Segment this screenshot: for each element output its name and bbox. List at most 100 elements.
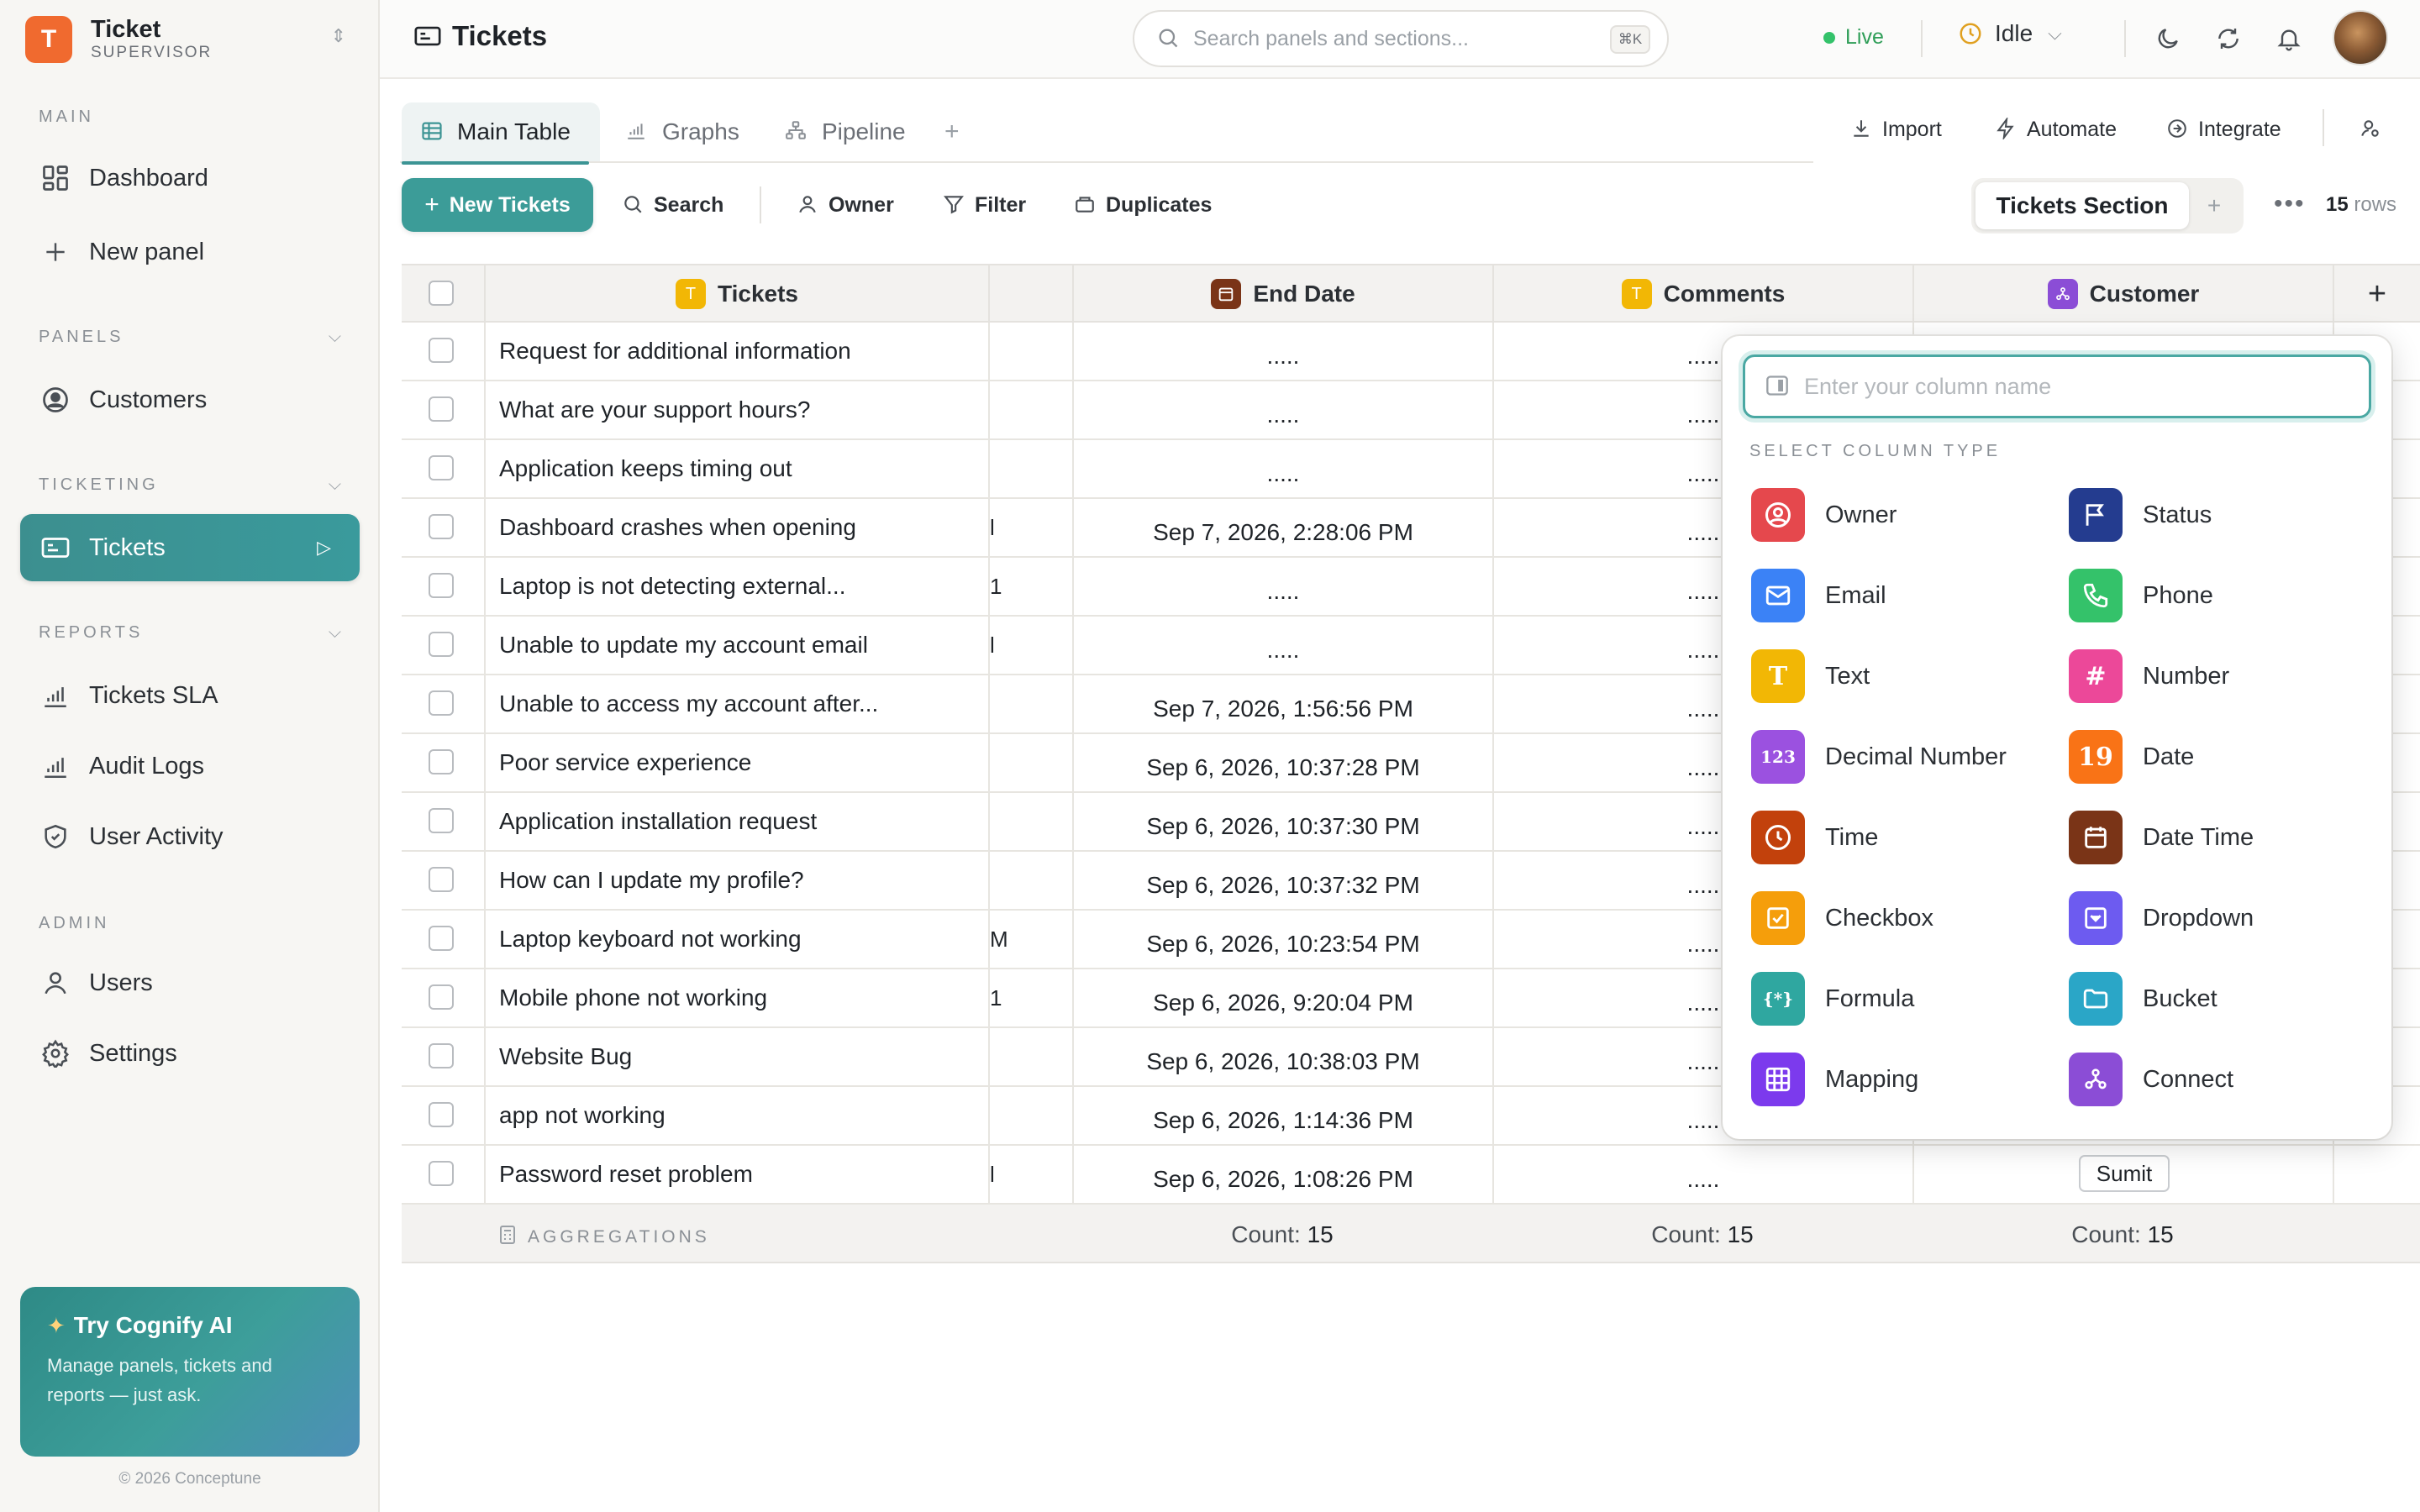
end-date-cell[interactable]: Sep 6, 2026, 10:37:32 PM bbox=[1072, 852, 1492, 909]
row-checkbox[interactable] bbox=[429, 1102, 454, 1127]
integrate-button[interactable]: Integrate bbox=[2166, 113, 2281, 146]
import-button[interactable]: Import bbox=[1850, 113, 1942, 146]
column-type-text[interactable]: T Text bbox=[1751, 648, 2054, 704]
column-type-mapping[interactable]: Mapping bbox=[1751, 1052, 2054, 1107]
end-date-cell[interactable]: ..... bbox=[1072, 323, 1492, 380]
ticket-cell[interactable]: Unable to update my account email bbox=[484, 617, 988, 674]
column-type-bucket[interactable]: Bucket bbox=[2069, 971, 2371, 1026]
select-all-checkbox[interactable] bbox=[429, 281, 454, 306]
tab-pipeline[interactable]: Pipeline bbox=[785, 101, 906, 163]
column-type-date[interactable]: 19 Date bbox=[2069, 729, 2371, 785]
sidebar-item-settings[interactable]: Settings bbox=[20, 1020, 360, 1087]
workspace-switcher[interactable]: T Ticket SUPERVISOR ⇕ bbox=[25, 13, 355, 66]
chevron-down-icon[interactable]: ⌵ bbox=[329, 623, 341, 643]
section-label-panels[interactable]: PANELS ⌵ bbox=[39, 328, 341, 347]
owner-filter-button[interactable]: Owner bbox=[797, 188, 894, 222]
section-switcher[interactable]: Tickets Section + bbox=[1971, 178, 2244, 234]
sidebar-item-audit-logs[interactable]: Audit Logs bbox=[20, 732, 360, 800]
ticket-cell[interactable]: How can I update my profile? bbox=[484, 852, 988, 909]
end-date-cell[interactable]: Sep 6, 2026, 1:14:36 PM bbox=[1072, 1087, 1492, 1144]
ticket-cell[interactable]: Website Bug bbox=[484, 1028, 988, 1085]
moon-icon[interactable] bbox=[2151, 22, 2185, 55]
end-date-cell[interactable]: Sep 6, 2026, 9:20:04 PM bbox=[1072, 969, 1492, 1026]
user-settings-button[interactable] bbox=[2360, 113, 2391, 146]
add-column-button[interactable]: + bbox=[2333, 265, 2420, 323]
sidebar-item-tickets-sla[interactable]: Tickets SLA bbox=[20, 662, 360, 729]
column-header-tickets[interactable]: T Tickets bbox=[484, 265, 988, 323]
ticket-cell[interactable]: app not working bbox=[484, 1087, 988, 1144]
end-date-cell[interactable]: ..... bbox=[1072, 440, 1492, 497]
column-header-end-date[interactable]: End Date bbox=[1072, 265, 1492, 323]
sidebar-item-users[interactable]: Users bbox=[20, 949, 360, 1016]
column-header-customer[interactable]: Customer bbox=[1912, 265, 2333, 323]
ticket-cell[interactable]: Laptop is not detecting external... bbox=[484, 558, 988, 615]
bell-icon[interactable] bbox=[2272, 22, 2306, 55]
end-date-cell[interactable]: ..... bbox=[1072, 381, 1492, 438]
ai-promo-card[interactable]: ✦ Try Cognify AI Manage panels, tickets a… bbox=[20, 1287, 360, 1457]
section-label-reports[interactable]: REPORTS ⌵ bbox=[39, 623, 341, 643]
sidebar-item-customers[interactable]: Customers bbox=[20, 366, 360, 433]
add-section-button[interactable]: + bbox=[2189, 192, 2239, 219]
row-checkbox[interactable] bbox=[429, 808, 454, 833]
column-type-time[interactable]: Time bbox=[1751, 810, 2054, 865]
filter-button[interactable]: Filter bbox=[943, 188, 1026, 222]
chevron-down-icon[interactable]: ⌵ bbox=[329, 328, 341, 347]
end-date-cell[interactable]: Sep 6, 2026, 10:37:30 PM bbox=[1072, 793, 1492, 850]
column-name-field[interactable] bbox=[1743, 354, 2371, 418]
ticket-cell[interactable]: Laptop keyboard not working bbox=[484, 911, 988, 968]
ticket-cell[interactable]: Application keeps timing out bbox=[484, 440, 988, 497]
column-header-comments[interactable]: T Comments bbox=[1492, 265, 1912, 323]
end-date-cell[interactable]: Sep 6, 2026, 10:38:03 PM bbox=[1072, 1028, 1492, 1085]
tab-main-table[interactable]: Main Table bbox=[402, 101, 589, 165]
global-search[interactable]: ⌘K bbox=[1133, 10, 1669, 67]
ticket-cell[interactable]: What are your support hours? bbox=[484, 381, 988, 438]
end-date-cell[interactable]: Sep 6, 2026, 10:23:54 PM bbox=[1072, 911, 1492, 968]
column-type-date-time[interactable]: Date Time bbox=[2069, 810, 2371, 865]
new-tickets-button[interactable]: + New Tickets bbox=[402, 178, 593, 232]
search-input[interactable] bbox=[1193, 26, 1588, 51]
column-type-phone[interactable]: Phone bbox=[2069, 568, 2371, 623]
ticket-cell[interactable]: Unable to access my account after... bbox=[484, 675, 988, 732]
ticket-cell[interactable]: Poor service experience bbox=[484, 734, 988, 791]
ticket-cell[interactable]: Dashboard crashes when opening bbox=[484, 499, 988, 556]
row-checkbox[interactable] bbox=[429, 573, 454, 598]
refresh-icon[interactable] bbox=[2212, 22, 2245, 55]
row-checkbox[interactable] bbox=[429, 455, 454, 480]
column-type-decimal-number[interactable]: 123 Decimal Number bbox=[1751, 729, 2054, 785]
column-type-connect[interactable]: Connect bbox=[2069, 1052, 2371, 1107]
ticket-cell[interactable]: Request for additional information bbox=[484, 323, 988, 380]
avatar[interactable] bbox=[2333, 10, 2388, 66]
ticket-cell[interactable]: Password reset problem bbox=[484, 1146, 988, 1203]
section-tab-tickets[interactable]: Tickets Section bbox=[1975, 182, 2189, 229]
chevron-up-down-icon[interactable]: ⇕ bbox=[331, 25, 346, 47]
row-checkbox[interactable] bbox=[429, 867, 454, 892]
customer-chip[interactable]: Sumit bbox=[2079, 1155, 2170, 1192]
ticket-cell[interactable]: Mobile phone not working bbox=[484, 969, 988, 1026]
sidebar-item-dashboard[interactable]: Dashboard bbox=[20, 144, 360, 212]
column-type-status[interactable]: Status bbox=[2069, 487, 2371, 543]
chevron-down-icon[interactable]: ⌵ bbox=[329, 475, 341, 495]
column-type-dropdown[interactable]: Dropdown bbox=[2069, 890, 2371, 946]
row-checkbox[interactable] bbox=[429, 749, 454, 774]
search-button[interactable]: Search bbox=[622, 188, 723, 222]
duplicates-button[interactable]: Duplicates bbox=[1074, 188, 1212, 222]
end-date-cell[interactable]: Sep 7, 2026, 1:56:56 PM bbox=[1072, 675, 1492, 732]
row-checkbox[interactable] bbox=[429, 690, 454, 716]
sidebar-item-new-panel[interactable]: New panel bbox=[20, 218, 360, 286]
sidebar-item-user-activity[interactable]: User Activity bbox=[20, 803, 360, 870]
row-checkbox[interactable] bbox=[429, 338, 454, 363]
column-type-email[interactable]: Email bbox=[1751, 568, 2054, 623]
row-checkbox[interactable] bbox=[429, 396, 454, 422]
column-type-number[interactable]: # Number bbox=[2069, 648, 2371, 704]
comments-cell[interactable]: ..... bbox=[1492, 1146, 1912, 1203]
row-checkbox[interactable] bbox=[429, 984, 454, 1010]
end-date-cell[interactable]: ..... bbox=[1072, 558, 1492, 615]
column-type-formula[interactable]: {*} Formula bbox=[1751, 971, 2054, 1026]
status-dropdown[interactable]: Idle ⌵ bbox=[1958, 20, 2062, 47]
row-checkbox[interactable] bbox=[429, 926, 454, 951]
end-date-cell[interactable]: Sep 6, 2026, 10:37:28 PM bbox=[1072, 734, 1492, 791]
column-type-checkbox[interactable]: Checkbox bbox=[1751, 890, 2054, 946]
section-label-ticketing[interactable]: TICKETING ⌵ bbox=[39, 475, 341, 495]
column-type-owner[interactable]: Owner bbox=[1751, 487, 2054, 543]
ticket-cell[interactable]: Application installation request bbox=[484, 793, 988, 850]
